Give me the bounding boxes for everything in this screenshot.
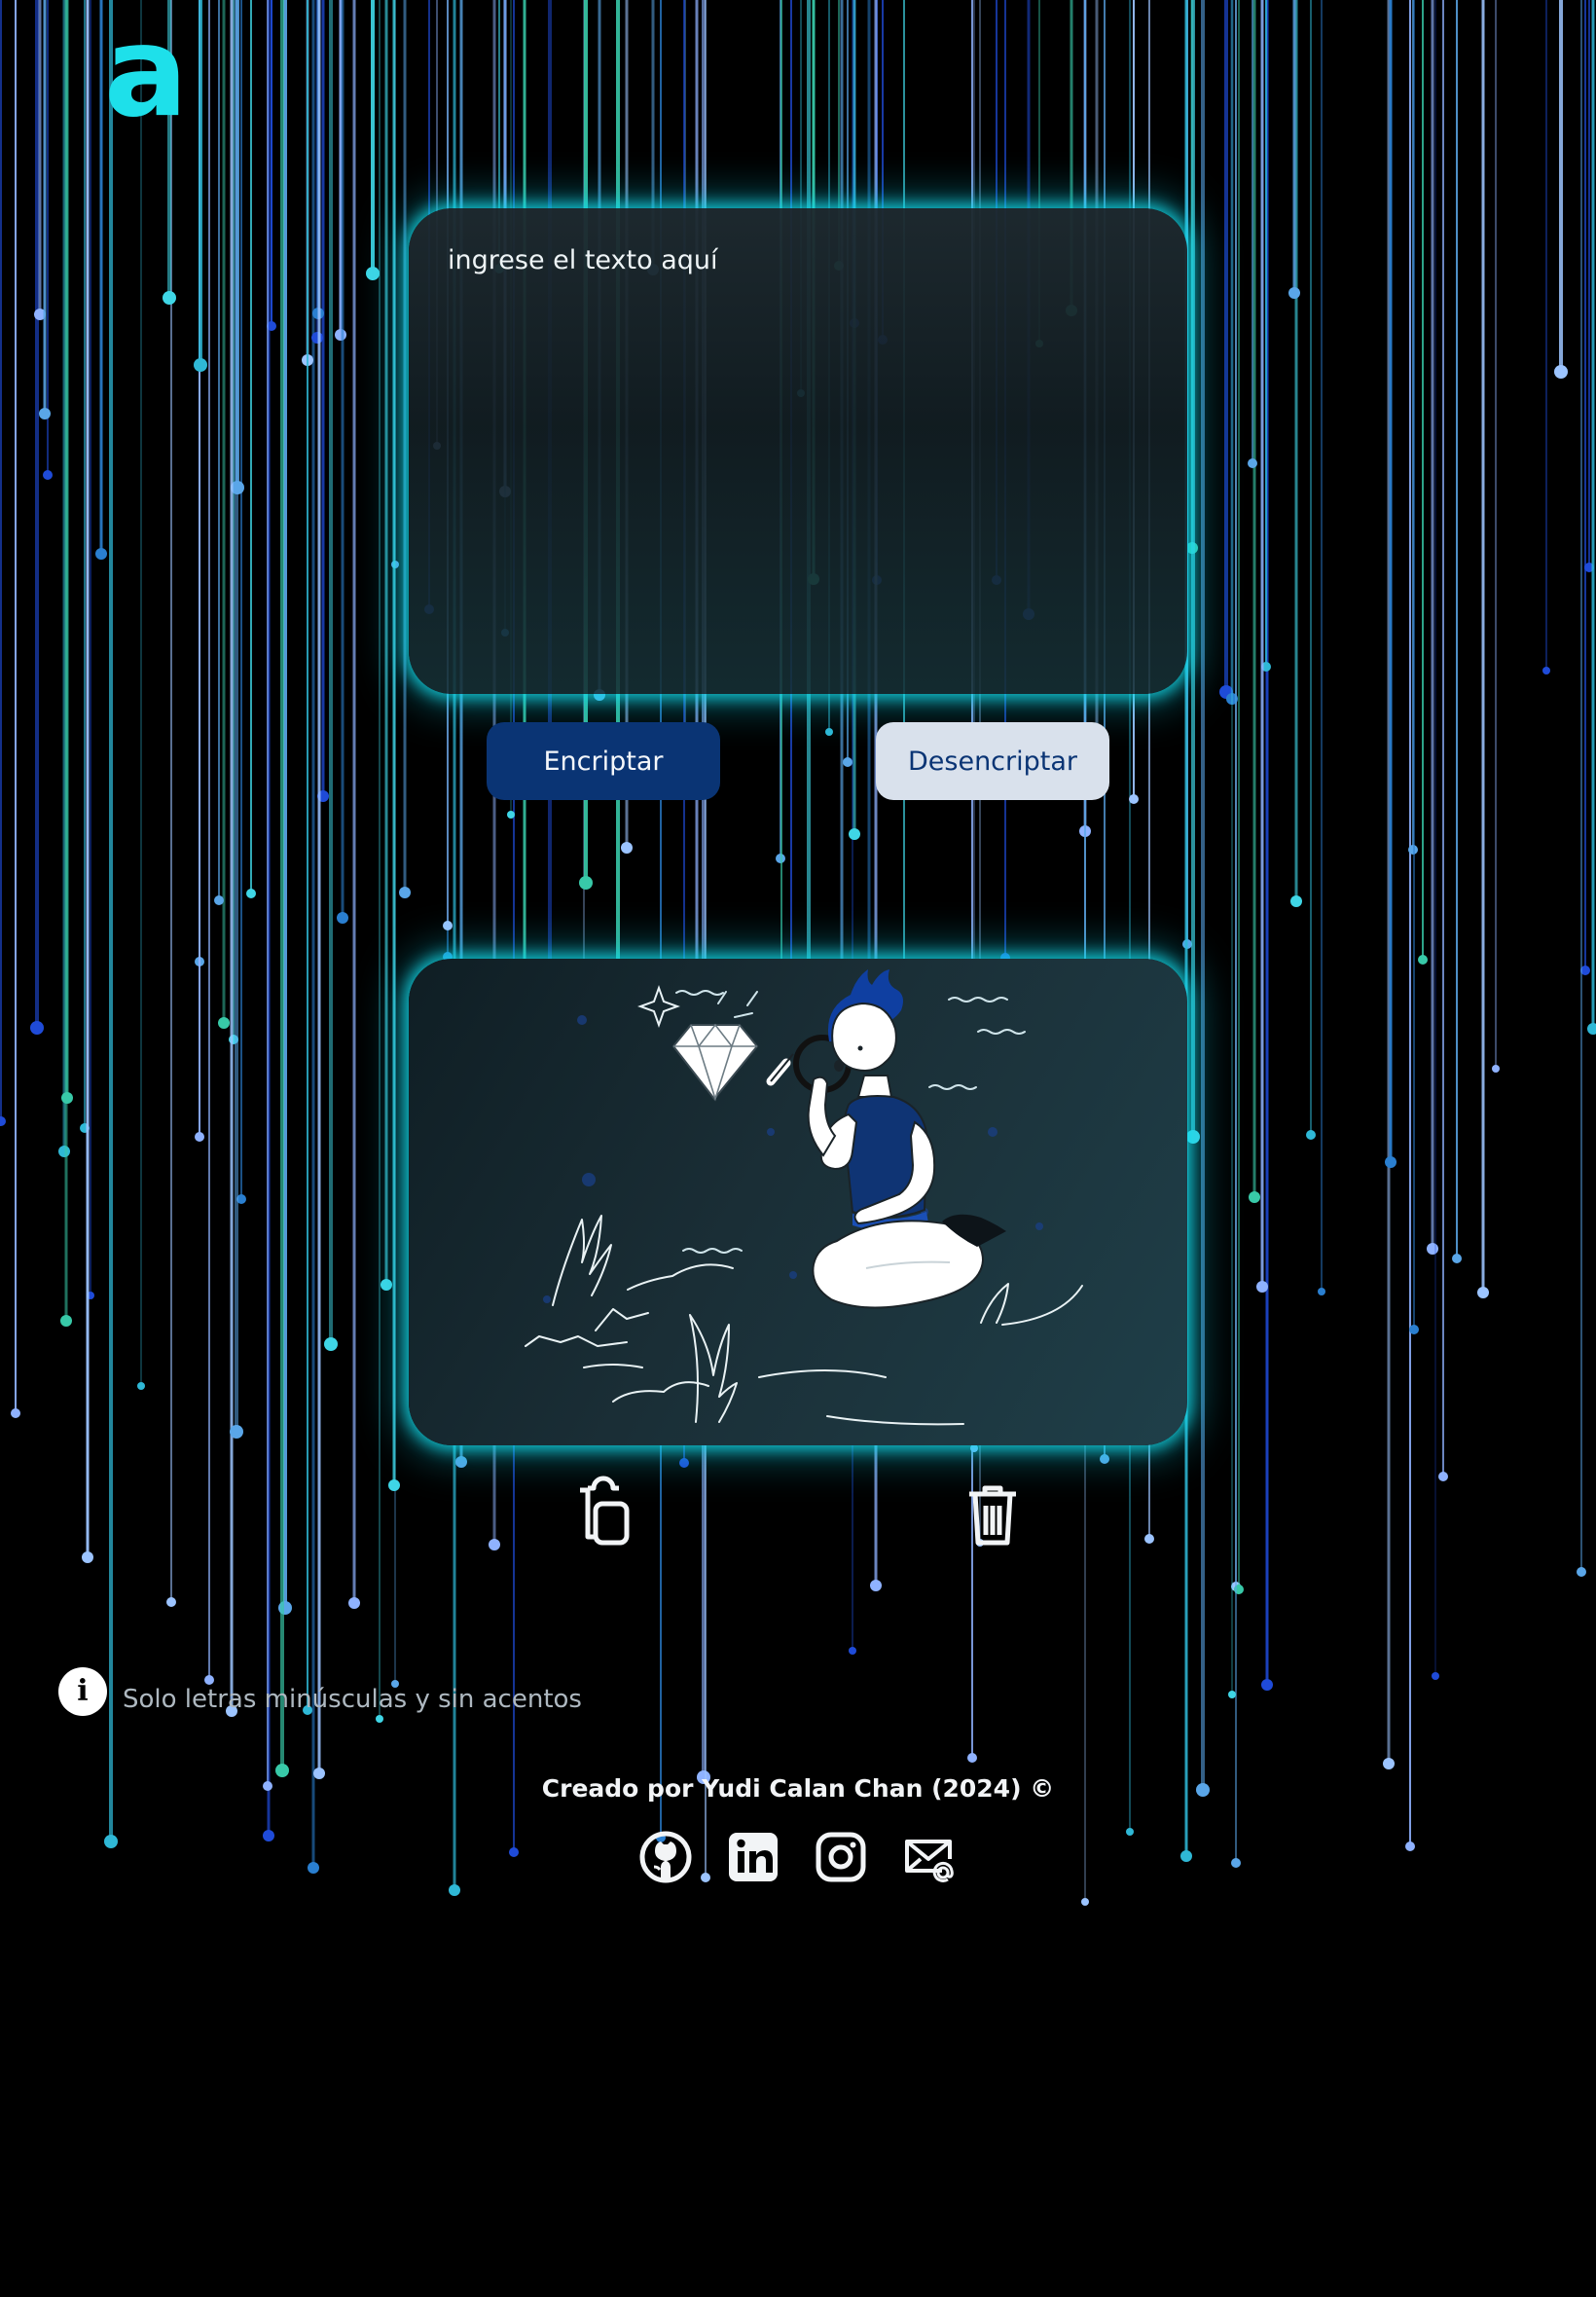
trash-icon [969, 1485, 1016, 1546]
encrypt-button[interactable]: Encriptar [487, 722, 720, 800]
linkedin-icon [729, 1833, 778, 1881]
mail-icon [905, 1840, 954, 1882]
linkedin-link[interactable] [726, 1830, 780, 1884]
github-icon [639, 1831, 692, 1883]
clipboard-copy-icon [580, 1476, 630, 1546]
page-root: a Encriptar Desencriptar [0, 0, 1596, 2297]
copy-button[interactable] [564, 1475, 642, 1552]
footer-credit: Creado por Yudi Calan Chan (2024) © [541, 1774, 1055, 1803]
logo-glyph: a [109, 16, 183, 125]
text-input[interactable] [409, 208, 1187, 694]
person-figure [807, 969, 1006, 1309]
decrypt-button[interactable]: Desencriptar [876, 722, 1109, 800]
app-logo: a [109, 16, 183, 125]
mail-link[interactable] [901, 1830, 956, 1884]
info-text: Solo letras minúsculas y sin acentos [123, 1685, 582, 1714]
info-icon: i [58, 1667, 107, 1716]
clear-button[interactable] [954, 1475, 1032, 1552]
github-link[interactable] [638, 1830, 693, 1884]
output-panel [409, 959, 1187, 1445]
diamond-icon [671, 1023, 759, 1102]
text-input-panel [409, 208, 1187, 694]
social-links [638, 1830, 960, 1884]
illustration-person-magnifier-diamond [525, 969, 1083, 1426]
instagram-icon [816, 1832, 866, 1882]
instagram-link[interactable] [814, 1830, 868, 1884]
